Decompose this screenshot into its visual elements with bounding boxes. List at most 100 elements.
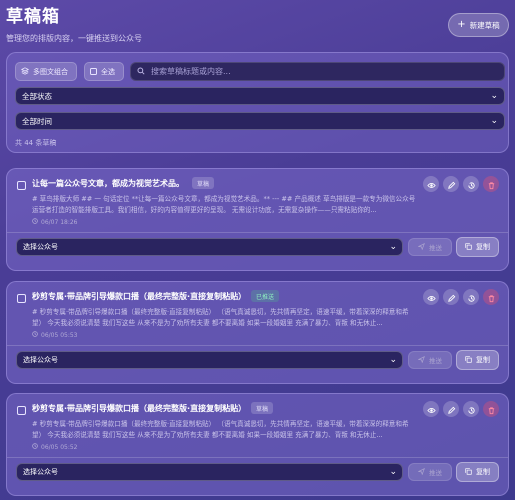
push-label: 推送: [429, 469, 442, 477]
card-date-text: 06/05 05:53: [41, 331, 78, 339]
card-excerpt: # 秒剪专属·带品牌引导爆款口播（最终完整版·直接复制粘贴） （语气真诚恳切，先…: [32, 420, 409, 439]
new-draft-button[interactable]: + 新建草稿: [448, 13, 509, 37]
edit-button[interactable]: [443, 401, 459, 417]
push-button[interactable]: 推送: [408, 463, 452, 481]
copy-label: 复制: [476, 468, 490, 476]
search-icon: [137, 66, 145, 77]
push-label: 推送: [429, 357, 442, 365]
search-input[interactable]: 搜索草稿标题或内容...: [130, 62, 505, 81]
edit-icon: [447, 288, 456, 307]
copy-label: 复制: [476, 243, 490, 251]
history-button[interactable]: [463, 289, 479, 305]
account-select-value: 选择公众号: [23, 243, 58, 251]
filter-panel: 多图文组合 全选 搜索草稿标题或内容... 全部状态 ⌄ 全部时间 ⌄ 共 44…: [6, 52, 509, 153]
card-divider: [7, 232, 508, 233]
push-button[interactable]: 推送: [408, 238, 452, 256]
history-icon: [467, 400, 476, 419]
card-date-text: 06/05 05:52: [41, 443, 78, 451]
draft-card: 秒剪专属·带品牌引导爆款口播（最终完整版·直接复制粘贴） 已推送 # 秒剪专属·…: [6, 281, 509, 384]
eye-icon: [426, 288, 436, 307]
send-icon: [417, 467, 425, 477]
clock-icon: [32, 443, 38, 451]
delete-button[interactable]: [483, 401, 499, 417]
status-select[interactable]: 全部状态 ⌄: [15, 87, 505, 105]
push-label: 推送: [429, 244, 442, 252]
chevron-down-icon: ⌄: [490, 116, 498, 126]
chevron-down-icon: ⌄: [389, 242, 397, 252]
time-select[interactable]: 全部时间 ⌄: [15, 112, 505, 130]
plus-icon: +: [457, 19, 466, 30]
eye-icon: [426, 400, 436, 419]
card-date: 06/05 05:53: [32, 331, 78, 339]
edit-button[interactable]: [443, 176, 459, 192]
card-date-text: 06/07 18:26: [41, 218, 78, 226]
status-select-value: 全部状态: [22, 91, 52, 101]
layers-icon: [20, 66, 30, 77]
card-excerpt: # 草鸟排版大师 ## 一 句话定位 **让每一篇公众号文章，都成为视觉艺术品。…: [32, 195, 416, 214]
copy-button[interactable]: 复制: [456, 350, 499, 370]
send-icon: [417, 355, 425, 365]
edit-icon: [447, 400, 456, 419]
history-button[interactable]: [463, 176, 479, 192]
clock-icon: [32, 331, 38, 339]
new-draft-label: 新建草稿: [469, 20, 500, 30]
time-select-value: 全部时间: [22, 116, 52, 126]
trash-icon: [487, 288, 496, 307]
page-subtitle: 管理您的排版内容，一键推送到公众号: [6, 34, 142, 43]
copy-icon: [465, 355, 472, 365]
select-all-label: 全选: [101, 67, 115, 76]
multi-article-label: 多图文组合: [33, 67, 68, 76]
account-select-value: 选择公众号: [23, 468, 58, 476]
send-icon: [417, 242, 425, 252]
chevron-down-icon: ⌄: [389, 355, 397, 365]
eye-icon: [426, 175, 436, 194]
search-placeholder: 搜索草稿标题或内容...: [151, 67, 231, 76]
card-title[interactable]: 秒剪专属·带品牌引导爆款口播（最终完整版·直接复制粘贴）: [32, 403, 246, 414]
card-excerpt: # 秒剪专属·带品牌引导爆款口播（最终完整版·直接复制粘贴） （语气真诚恳切，先…: [32, 308, 409, 327]
status-badge: 已推送: [251, 290, 280, 302]
edit-icon: [447, 175, 456, 194]
account-select[interactable]: 选择公众号 ⌄: [16, 351, 403, 369]
card-divider: [7, 457, 508, 458]
preview-button[interactable]: [423, 401, 439, 417]
page-header: 草稿箱 管理您的排版内容，一键推送到公众号 + 新建草稿: [6, 6, 509, 46]
account-select-value: 选择公众号: [23, 356, 58, 364]
card-title[interactable]: 秒剪专属·带品牌引导爆款口播（最终完整版·直接复制粘贴）: [32, 291, 246, 302]
chevron-down-icon: ⌄: [490, 91, 498, 101]
checkbox-icon: [90, 68, 97, 75]
preview-button[interactable]: [423, 176, 439, 192]
status-badge: 草稿: [192, 177, 215, 189]
delete-button[interactable]: [483, 289, 499, 305]
trash-icon: [487, 175, 496, 194]
account-select[interactable]: 选择公众号 ⌄: [16, 463, 403, 481]
chevron-down-icon: ⌄: [389, 467, 397, 477]
copy-button[interactable]: 复制: [456, 462, 499, 482]
card-checkbox[interactable]: [17, 181, 26, 190]
card-divider: [7, 345, 508, 346]
history-icon: [467, 175, 476, 194]
draft-card: 秒剪专属·带品牌引导爆款口播（最终完整版·直接复制粘贴） 草稿 # 秒剪专属·带…: [6, 393, 509, 496]
select-all-button[interactable]: 全选: [84, 62, 124, 81]
clock-icon: [32, 218, 38, 226]
delete-button[interactable]: [483, 176, 499, 192]
card-date: 06/07 18:26: [32, 218, 78, 226]
push-button[interactable]: 推送: [408, 351, 452, 369]
history-icon: [467, 288, 476, 307]
trash-icon: [487, 400, 496, 419]
copy-icon: [465, 242, 472, 252]
card-checkbox[interactable]: [17, 406, 26, 415]
card-date: 06/05 05:52: [32, 443, 78, 451]
account-select[interactable]: 选择公众号 ⌄: [16, 238, 403, 256]
edit-button[interactable]: [443, 289, 459, 305]
preview-button[interactable]: [423, 289, 439, 305]
draft-count: 共 44 条草稿: [15, 139, 57, 147]
multi-article-button[interactable]: 多图文组合: [15, 62, 77, 81]
copy-icon: [465, 467, 472, 477]
copy-button[interactable]: 复制: [456, 237, 499, 257]
card-checkbox[interactable]: [17, 294, 26, 303]
draft-card: 让每一篇公众号文章，都成为视觉艺术品。 草稿 # 草鸟排版大师 ## 一 句话定…: [6, 168, 509, 271]
page-title: 草稿箱: [6, 7, 60, 27]
status-badge: 草稿: [251, 402, 274, 414]
history-button[interactable]: [463, 401, 479, 417]
card-title[interactable]: 让每一篇公众号文章，都成为视觉艺术品。: [32, 178, 184, 189]
